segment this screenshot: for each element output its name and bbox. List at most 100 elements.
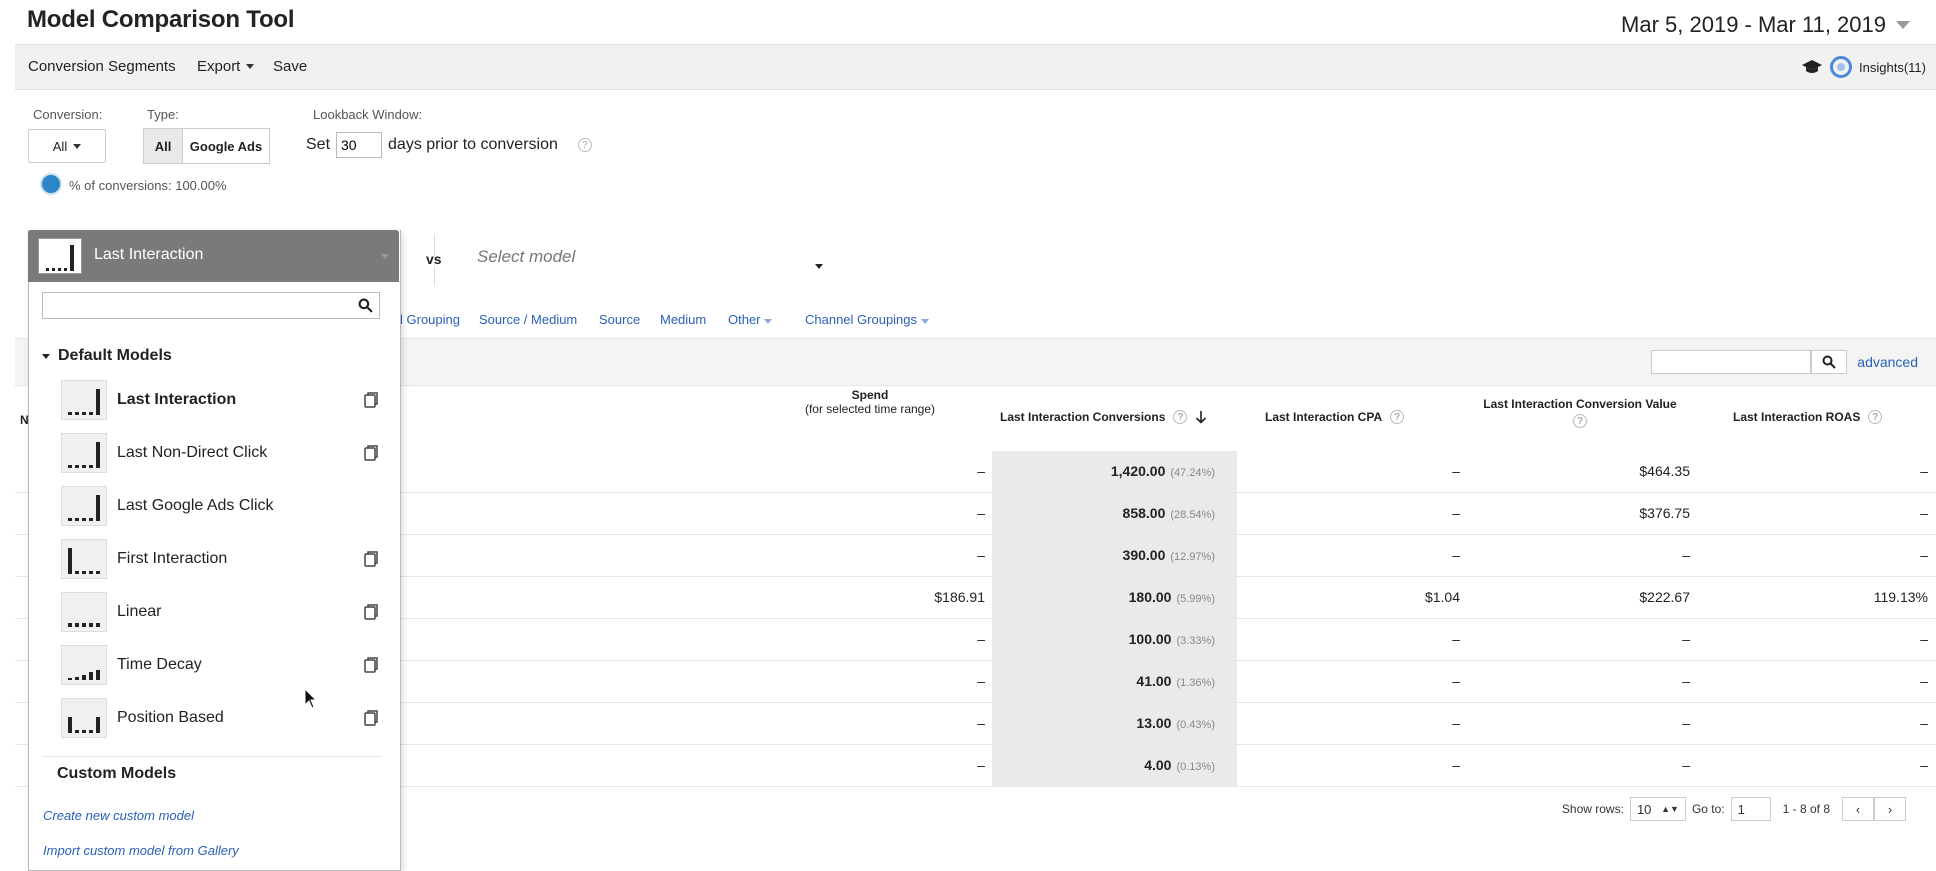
copy-icon[interactable] [363, 550, 379, 568]
tab-channel-groupings[interactable]: Channel Groupings [805, 312, 929, 327]
insights-button[interactable]: Insights(11) [1859, 60, 1926, 75]
chevron-down-icon[interactable] [815, 256, 823, 274]
cpa-cell: – [1452, 631, 1460, 647]
roas-cell: 119.13% [1873, 589, 1928, 605]
roas-cell: – [1920, 505, 1928, 521]
spend-cell: – [977, 631, 985, 647]
model-item[interactable]: Last Non-Direct Click [61, 431, 381, 475]
chevron-down-icon [1896, 21, 1910, 29]
conversion-value-cell: – [1682, 631, 1690, 647]
model-thumbnail-icon [61, 592, 107, 632]
chevron-down-icon [764, 319, 773, 324]
copy-icon[interactable] [363, 603, 379, 621]
conversions-cell: 13.00 (0.43%) [992, 703, 1237, 744]
conversion-value: All [52, 138, 68, 154]
tab-source-medium[interactable]: Source / Medium [479, 312, 577, 327]
import-custom-model-link[interactable]: Import custom model from Gallery [43, 843, 239, 858]
conversions-value: 4.00 [1144, 757, 1172, 773]
roas-cell: – [1920, 547, 1928, 563]
table-search-button[interactable] [1811, 350, 1848, 374]
conversions-cell: 180.00 (5.99%) [992, 577, 1237, 618]
sort-descending-icon[interactable] [1195, 410, 1207, 424]
help-icon[interactable]: ? [1173, 410, 1188, 424]
next-page-button[interactable]: › [1874, 797, 1906, 821]
create-custom-model-link[interactable]: Create new custom model [43, 808, 194, 823]
caret-down-icon [42, 353, 50, 359]
column-header-spend[interactable]: Spend (for selected time range) [790, 388, 950, 416]
prev-page-button[interactable]: ‹ [1842, 797, 1874, 821]
help-icon[interactable]: ? [1868, 410, 1883, 424]
model-item[interactable]: Position Based [61, 696, 381, 740]
lookback-suffix-text: days prior to conversion [388, 136, 558, 153]
show-rows-label: Show rows: [1561, 802, 1624, 816]
pagination: Show rows: 10 ▲▼ Go to: 1 1 - 8 of 8 ‹ › [1562, 797, 1906, 821]
date-range-picker[interactable]: Mar 5, 2019 - Mar 11, 2019 [1621, 12, 1910, 38]
default-models-header: Default Models [58, 347, 172, 364]
spend-cell: – [977, 547, 985, 563]
model-item[interactable]: First Interaction [61, 537, 381, 581]
copy-icon[interactable] [363, 656, 379, 674]
select-model-dropdown[interactable]: Select model [477, 247, 575, 267]
lookback-label: Lookback Window: [313, 107, 423, 122]
model-item[interactable]: Linear [61, 590, 381, 634]
conversions-cell: 858.00 (28.54%) [992, 493, 1237, 534]
conversions-value: 1,420.00 [1110, 463, 1166, 479]
tab-other[interactable]: Other [728, 312, 773, 327]
default-models-section-toggle[interactable]: Default Models [42, 347, 172, 365]
help-icon[interactable]: ? [1573, 414, 1587, 428]
chevron-down-icon [73, 143, 82, 149]
tab-default-channel-grouping[interactable]: l Grouping [400, 312, 460, 327]
export-button[interactable]: Export [197, 58, 255, 75]
table-search-input[interactable] [1651, 350, 1812, 374]
type-all-toggle[interactable]: All [143, 128, 183, 164]
tab-source[interactable]: Source [599, 312, 640, 327]
cpa-header-label: Last Interaction CPA [1265, 410, 1383, 424]
column-header-conversion-value[interactable]: Last Interaction Conversion Value ? [1470, 397, 1690, 428]
last-interaction-thumb-icon [38, 238, 82, 274]
conversion-select[interactable]: All [28, 129, 106, 163]
model-search-input[interactable] [42, 292, 380, 319]
column-header-conversions[interactable]: Last Interaction Conversions ? [1000, 410, 1207, 424]
roas-cell: – [1920, 757, 1928, 773]
divider [42, 756, 382, 757]
conversions-value: 41.00 [1136, 673, 1172, 689]
chevron-down-icon [920, 319, 929, 324]
goto-input[interactable]: 1 [1730, 797, 1771, 821]
model-item[interactable]: Last Interaction [61, 378, 381, 422]
stepper-icon: ▲▼ [1661, 804, 1679, 814]
model-label: Linear [117, 603, 162, 620]
tab-medium[interactable]: Medium [660, 312, 706, 327]
copy-icon[interactable] [363, 709, 379, 727]
model-item[interactable]: Last Google Ads Click [61, 484, 381, 528]
lookback-days-input[interactable] [336, 132, 383, 158]
column-header-cpa[interactable]: Last Interaction CPA ? [1265, 410, 1405, 424]
model-label: Last Google Ads Click [117, 497, 274, 514]
help-icon[interactable]: ? [577, 138, 592, 152]
model-thumbnail-icon [61, 380, 107, 420]
column-header-roas[interactable]: Last Interaction ROAS ? [1733, 410, 1883, 424]
model-dropdown-toggle[interactable]: Last Interaction [28, 230, 399, 282]
spend-cell: – [977, 505, 985, 521]
spend-header-sub: (for selected time range) [804, 402, 936, 416]
cpa-cell: – [1452, 547, 1460, 563]
export-label: Export [197, 58, 241, 75]
copy-icon[interactable] [363, 444, 379, 462]
type-google-ads-toggle[interactable]: Google Ads [182, 128, 270, 164]
conversion-value-cell: $376.75 [1639, 505, 1690, 521]
show-rows-select[interactable]: 10 ▲▼ [1629, 797, 1686, 821]
page-range: 1 - 8 of 8 [1782, 802, 1830, 816]
page-title: Model Comparison Tool [27, 6, 295, 33]
spend-cell: – [977, 715, 985, 731]
copy-icon[interactable] [363, 391, 379, 409]
insights-icon[interactable] [1830, 56, 1853, 78]
model-item[interactable]: Time Decay [61, 643, 381, 687]
conversions-cell: 4.00 (0.13%) [992, 745, 1237, 786]
graduation-cap-icon[interactable] [1801, 59, 1823, 75]
advanced-link[interactable]: advanced [1857, 354, 1918, 370]
help-icon[interactable]: ? [1390, 410, 1405, 424]
conversion-segments-button[interactable]: Conversion Segments [28, 58, 176, 75]
cpa-cell: – [1452, 715, 1460, 731]
save-button[interactable]: Save [273, 58, 307, 75]
pie-chart-icon [40, 173, 62, 195]
roas-cell: – [1920, 715, 1928, 731]
